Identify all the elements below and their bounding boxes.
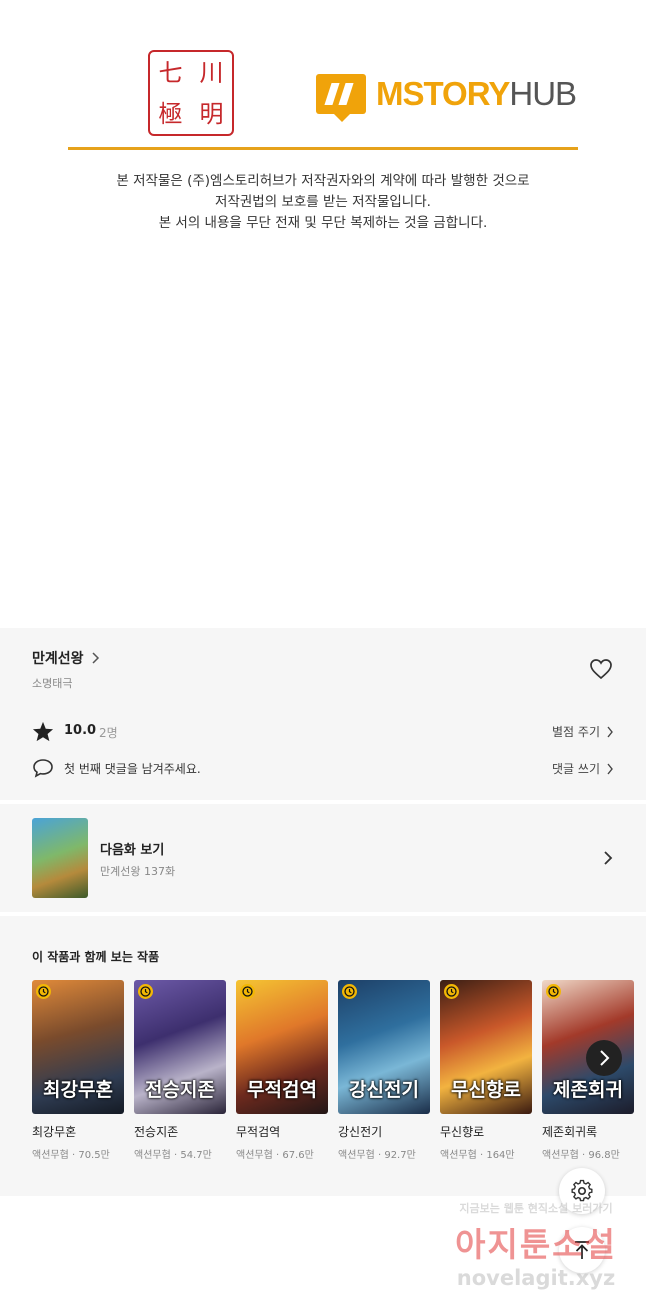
write-comment-button[interactable]: 댓글 쓰기: [552, 760, 614, 777]
gear-icon: [571, 1179, 593, 1202]
seal-char: 七: [158, 58, 183, 87]
chevron-right-icon: [600, 1050, 610, 1066]
card-cover: 무신향로: [440, 980, 532, 1114]
cover-title: 최강무혼: [43, 1079, 113, 1101]
clock-icon: [546, 984, 561, 999]
cover-title: 전승지존: [145, 1079, 215, 1101]
notice-line: 본 서의 내용을 무단 전재 및 무단 복제하는 것을 금합니다.: [158, 215, 488, 231]
card-meta: 액션무협 · 92.7만: [338, 1150, 416, 1161]
next-episode-row[interactable]: 다음화 보기 만계선왕 137화: [0, 804, 646, 912]
recommend-card[interactable]: 무신향로 무신향로 액션무협 · 164만: [440, 980, 532, 1161]
cover-title: 제존회귀: [553, 1079, 623, 1101]
clock-icon: [240, 984, 255, 999]
chevron-right-icon: [604, 851, 613, 865]
work-info-panel: 만계선왕 소명태극 10.0 2명 별점 주기 첫 번째 댓글을 남겨주세요. …: [0, 628, 646, 800]
card-title: 무적검역: [236, 1125, 281, 1139]
recommendation-heading: 이 작품과 함께 보는 작품: [32, 950, 160, 964]
comment-prompt[interactable]: 첫 번째 댓글을 남겨주세요.: [64, 760, 201, 777]
divider-line: [68, 147, 578, 150]
site-watermark: 지금보는 웹툰 현직소설 보러가기 아지툰소설 novelagit.xyz: [436, 1200, 636, 1290]
cover-title: 무신향로: [451, 1079, 521, 1101]
cover-title: 강신전기: [349, 1079, 419, 1101]
next-episode-thumbnail: [32, 818, 88, 898]
card-cover: 전승지존: [134, 980, 226, 1114]
comment-icon: [33, 759, 53, 778]
card-title: 무신향로: [440, 1125, 485, 1139]
watermark-url: novelagit.xyz: [456, 1266, 616, 1290]
card-title: 제존회귀록: [542, 1125, 598, 1139]
card-title: 강신전기: [338, 1125, 383, 1139]
work-author: 소명태극: [32, 677, 73, 690]
card-cover: 최강무혼: [32, 980, 124, 1114]
clock-icon: [342, 984, 357, 999]
chevron-right-icon: [92, 652, 99, 664]
work-title-link[interactable]: 만계선왕: [32, 648, 102, 668]
mstoryhub-logo: MSTORYHUB: [316, 74, 577, 122]
card-cover: 무적검역: [236, 980, 328, 1114]
next-episode-label: 다음화 보기: [100, 843, 165, 858]
seal-char: 川: [199, 58, 224, 87]
mstoryhub-mark-icon: [316, 74, 366, 122]
seal-char: 明: [199, 99, 224, 128]
recommend-card[interactable]: 무적검역 무적검역 액션무협 · 67.6만: [236, 980, 328, 1161]
cover-title: 무적검역: [247, 1079, 317, 1101]
mstoryhub-wordmark: MSTORYHUB: [376, 75, 577, 112]
recommend-card[interactable]: 강신전기 강신전기 액션무협 · 92.7만: [338, 980, 430, 1161]
star-icon: [32, 721, 54, 742]
work-title: 만계선왕: [32, 651, 84, 667]
settings-button[interactable]: [559, 1168, 605, 1214]
watermark-brand: 아지툰소설: [455, 1225, 617, 1264]
clock-icon: [36, 984, 51, 999]
recommendation-section: 이 작품과 함께 보는 작품 최강무혼 최강무혼 액션무협 · 70.5만 전승…: [0, 916, 646, 1196]
card-cover: 강신전기: [338, 980, 430, 1114]
seal-char: 極: [158, 99, 183, 128]
next-episode-subtitle: 만계선왕 137화: [100, 865, 176, 878]
write-comment-label: 댓글 쓰기: [552, 762, 600, 776]
clock-icon: [444, 984, 459, 999]
clock-icon: [138, 984, 153, 999]
card-meta: 액션무협 · 96.8만: [542, 1150, 620, 1161]
copyright-page: 七 川 極 明 MSTORYHUB 본 저작물은 (주)엠스토리허브가 저작권자…: [0, 0, 646, 628]
watermark-tagline: 지금보는 웹툰 현직소설 보러가기: [459, 1202, 613, 1215]
carousel-next-button[interactable]: [586, 1040, 622, 1076]
heart-icon[interactable]: [589, 658, 613, 680]
notice-line: 본 저작물은 (주)엠스토리허브가 저작권자와의 계약에 따라 발행한 것으로: [116, 173, 530, 189]
card-title: 전승지존: [134, 1125, 179, 1139]
rate-label: 별점 주기: [552, 725, 600, 739]
rating-score: 10.0: [64, 723, 97, 738]
card-title: 최강무혼: [32, 1125, 77, 1139]
arrow-up-icon: [575, 1241, 589, 1259]
chevron-right-icon: [607, 763, 613, 774]
copyright-notice: 본 저작물은 (주)엠스토리허브가 저작권자와의 계약에 따라 발행한 것으로 …: [0, 171, 646, 234]
recommend-card[interactable]: 전승지존 전승지존 액션무협 · 54.7만: [134, 980, 226, 1161]
recommend-card[interactable]: 최강무혼 최강무혼 액션무협 · 70.5만: [32, 980, 124, 1161]
card-meta: 액션무협 · 70.5만: [32, 1150, 110, 1161]
card-meta: 액션무협 · 67.6만: [236, 1150, 314, 1161]
notice-line: 저작권법의 보호를 받는 저작물입니다.: [215, 194, 431, 210]
rate-button[interactable]: 별점 주기: [552, 723, 614, 740]
card-meta: 액션무협 · 54.7만: [134, 1150, 212, 1161]
card-meta: 액션무협 · 164만: [440, 1150, 515, 1161]
publisher-seal-logo: 七 川 極 明: [148, 50, 234, 136]
chevron-right-icon: [607, 726, 613, 737]
rating-count: 2명: [99, 726, 118, 740]
scroll-top-button[interactable]: [559, 1227, 605, 1273]
